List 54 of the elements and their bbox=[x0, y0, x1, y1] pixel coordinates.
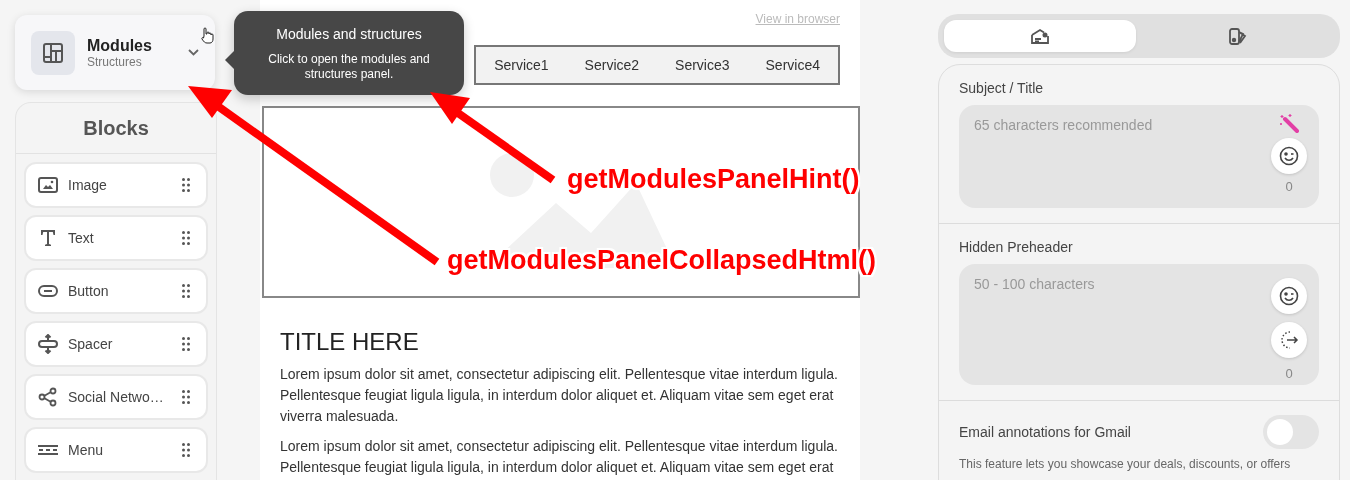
block-item[interactable]: Image bbox=[24, 162, 208, 208]
body-paragraph: Lorem ipsum dolor sit amet, consectetur adipiscing elit. Pellentesque vitae interdum ligula. Pellentesque feugiat ligula ligula, in interdum dolor aliquet et. Aliquam vitae sem eget erat viverra malesuada. bbox=[280, 365, 839, 426]
drag-handle-icon[interactable] bbox=[182, 178, 190, 192]
block-item[interactable]: Text bbox=[24, 215, 208, 261]
drag-handle-icon[interactable] bbox=[182, 443, 190, 457]
gmail-toggle[interactable] bbox=[1263, 415, 1319, 449]
dotted-circle-arrow-icon bbox=[1279, 330, 1299, 350]
block-item[interactable]: Spacer bbox=[24, 321, 208, 367]
chevron-down-icon bbox=[188, 49, 199, 56]
modules-title: Modules bbox=[87, 36, 153, 55]
drag-handle-icon[interactable] bbox=[182, 284, 190, 298]
text-icon bbox=[38, 229, 58, 247]
block-label: Text bbox=[68, 230, 95, 246]
menu-lines-icon bbox=[38, 445, 58, 455]
block-label: Image bbox=[68, 177, 108, 193]
button-icon bbox=[38, 285, 58, 297]
block-item[interactable]: Button bbox=[24, 268, 208, 314]
magic-wand-icon[interactable] bbox=[1279, 113, 1299, 133]
image-icon bbox=[38, 177, 58, 193]
character-count: 0 bbox=[1285, 179, 1293, 194]
annotation-label: getModulesPanelHint() bbox=[567, 164, 860, 195]
block-label: Menu bbox=[68, 442, 105, 458]
hand-cursor-icon bbox=[200, 27, 214, 44]
layout-icon bbox=[42, 41, 64, 64]
block-label: Spacer bbox=[68, 336, 114, 352]
envelope-icon bbox=[1031, 27, 1049, 45]
feature-description: This feature lets you showcase your deals, discounts, or offers bbox=[959, 457, 1292, 471]
smiley-icon bbox=[1279, 286, 1299, 306]
drag-handle-icon[interactable] bbox=[182, 337, 190, 351]
tooltip-text: Click to open the modules and structures panel. bbox=[267, 52, 431, 82]
smiley-icon bbox=[1279, 146, 1299, 166]
content-title: TITLE HERE bbox=[280, 328, 420, 356]
field-label: Hidden Preheader bbox=[959, 239, 1074, 255]
body-paragraph: Lorem ipsum dolor sit amet, consectetur adipiscing elit. Pellentesque vitae interdum ligula. Pellentesque feugiat ligula ligula, in interdum dolor aliquet et. Aliquam vitae sem eget erat bbox=[280, 437, 839, 477]
field-label: Subject / Title bbox=[959, 80, 1045, 96]
drag-handle-icon[interactable] bbox=[182, 231, 190, 245]
block-item[interactable]: Social Netwo… bbox=[24, 374, 208, 420]
menu-link[interactable]: Service1 bbox=[494, 57, 549, 73]
block-label: Social Netwo… bbox=[68, 389, 165, 405]
menu-link[interactable]: Service4 bbox=[765, 57, 820, 73]
menu-link[interactable]: Service2 bbox=[584, 57, 640, 73]
block-label: Button bbox=[68, 283, 110, 299]
tooltip-title: Modules and structures bbox=[275, 26, 423, 42]
modules-dropdown[interactable]: Modules Structures bbox=[15, 15, 215, 90]
block-item[interactable]: Menu bbox=[24, 427, 208, 473]
share-icon bbox=[38, 387, 58, 407]
spacer-icon bbox=[38, 334, 58, 354]
annotation-label: getModulesPanelCollapsedHtml() bbox=[447, 245, 877, 276]
modules-subtitle: Structures bbox=[87, 54, 143, 69]
toggle-label: Email annotations for Gmail bbox=[959, 424, 1131, 440]
swatch-icon bbox=[1229, 27, 1247, 45]
character-count: 0 bbox=[1285, 366, 1293, 381]
menu-link[interactable]: Service3 bbox=[675, 57, 730, 73]
drag-handle-icon[interactable] bbox=[182, 390, 190, 404]
